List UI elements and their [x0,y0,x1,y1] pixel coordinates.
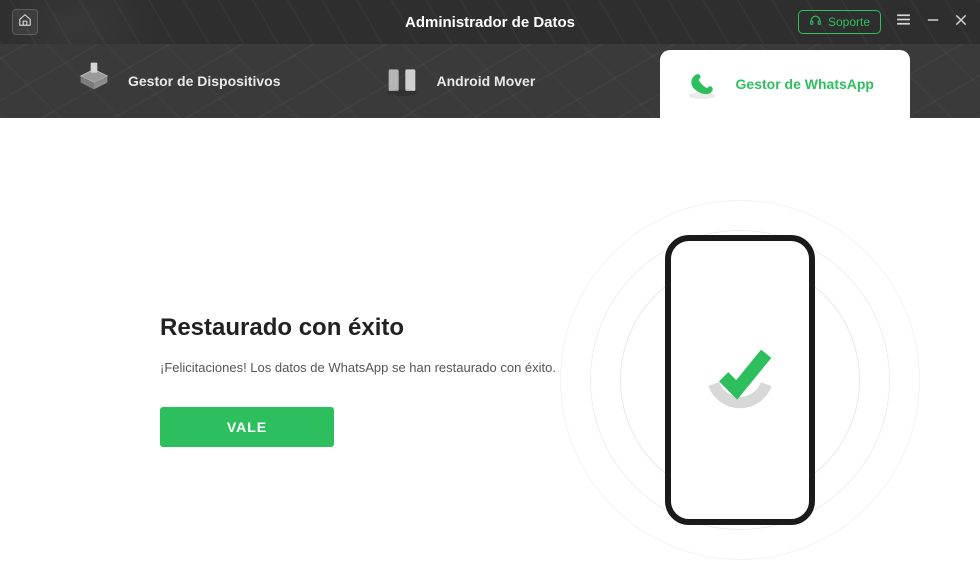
result-message: ¡Felicitaciones! Los datos de WhatsApp s… [160,360,560,375]
result-panel: Restaurado con éxito ¡Felicitaciones! Lo… [60,314,560,447]
content-area: Restaurado con éxito ¡Felicitaciones! Lo… [0,118,980,582]
support-label: Soporte [828,15,870,29]
whatsapp-icon [682,64,722,104]
tab-device-manager[interactable]: Gestor de Dispositivos [52,44,302,118]
menu-icon [895,11,912,33]
close-icon [954,13,968,32]
window-controls: Soporte [798,10,968,34]
device-manager-icon [74,61,114,101]
checkmark-icon [699,339,781,421]
headset-icon [809,14,822,30]
menu-button[interactable] [895,11,912,33]
android-mover-icon [382,61,422,101]
close-button[interactable] [954,13,968,32]
tab-android-mover[interactable]: Android Mover [360,44,557,118]
minimize-icon [926,13,940,32]
tab-label: Gestor de Dispositivos [128,73,280,89]
ok-button[interactable]: VALE [160,407,334,447]
success-illustration [560,200,920,560]
support-button[interactable]: Soporte [798,10,881,34]
home-icon [18,13,32,32]
tab-label: Android Mover [436,73,535,89]
app-title: Administrador de Datos [405,14,575,31]
minimize-button[interactable] [926,13,940,32]
phone-frame [665,235,815,525]
title-bar: Administrador de Datos Soporte [0,0,980,44]
home-button[interactable] [12,9,38,35]
tab-label: Gestor de WhatsApp [736,76,874,92]
tab-whatsapp-manager[interactable]: Gestor de WhatsApp [660,50,910,118]
result-heading: Restaurado con éxito [160,314,560,342]
tab-strip: Gestor de Dispositivos Android Mover Ges… [0,44,980,118]
